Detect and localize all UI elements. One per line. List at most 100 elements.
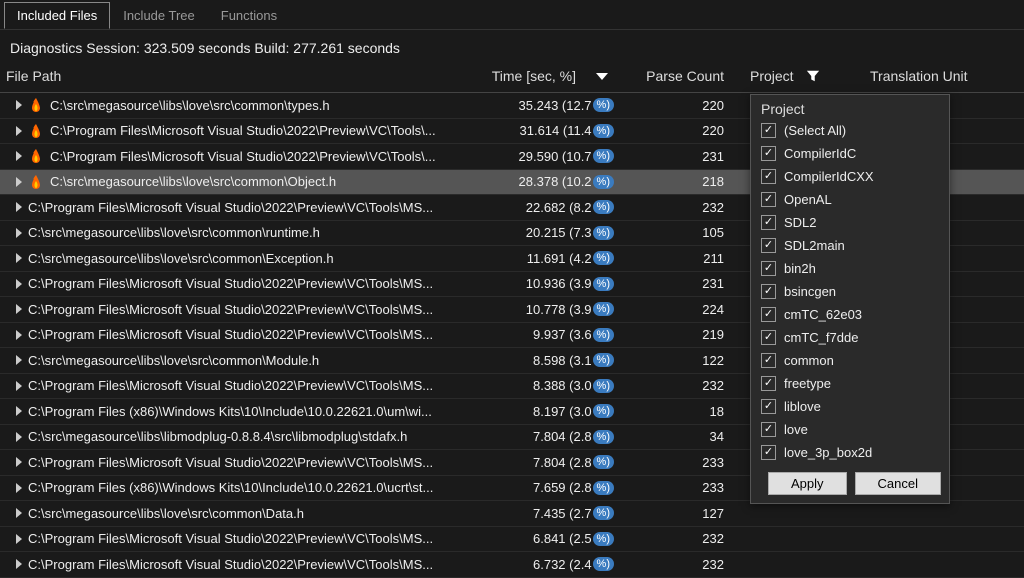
expand-icon[interactable] — [16, 559, 22, 569]
filter-option-label: (Select All) — [784, 123, 846, 138]
expand-icon[interactable] — [16, 457, 22, 467]
expand-icon[interactable] — [16, 253, 22, 263]
file-path-text: C:\src\megasource\libs\love\src\common\M… — [28, 353, 319, 368]
percent-badge: %) — [593, 251, 614, 265]
tab-included-files[interactable]: Included Files — [4, 2, 110, 29]
time-cell: 6.732 (2.4%) — [480, 557, 620, 572]
expand-icon[interactable] — [16, 202, 22, 212]
filter-option[interactable]: cmTC_f7dde — [755, 326, 945, 349]
expand-icon[interactable] — [16, 483, 22, 493]
file-path-cell: C:\Program Files\Microsoft Visual Studio… — [0, 378, 480, 393]
file-path-cell: C:\src\megasource\libs\love\src\common\r… — [0, 225, 480, 240]
file-path-cell: C:\Program Files\Microsoft Visual Studio… — [0, 327, 480, 342]
parse-count-cell: 211 — [620, 251, 740, 266]
time-cell: 10.936 (3.9%) — [480, 276, 620, 291]
filter-option[interactable]: SDL2main — [755, 234, 945, 257]
checkbox-icon[interactable] — [761, 353, 776, 368]
expand-icon[interactable] — [16, 508, 22, 518]
filter-option[interactable]: common — [755, 349, 945, 372]
project-filter-dropdown: Project (Select All)CompilerIdCCompilerI… — [750, 94, 950, 504]
checkbox-icon[interactable] — [761, 330, 776, 345]
expand-icon[interactable] — [16, 228, 22, 238]
filter-icon[interactable] — [806, 69, 820, 83]
expand-icon[interactable] — [16, 304, 22, 314]
file-path-cell: C:\src\megasource\libs\love\src\common\O… — [0, 174, 480, 190]
filter-option[interactable]: SDL2 — [755, 211, 945, 234]
expand-icon[interactable] — [16, 432, 22, 442]
filter-option[interactable]: bin2h — [755, 257, 945, 280]
checkbox-icon[interactable] — [761, 169, 776, 184]
filter-option[interactable]: freetype — [755, 372, 945, 395]
checkbox-icon[interactable] — [761, 238, 776, 253]
file-path-text: C:\src\megasource\libs\love\src\common\t… — [50, 98, 330, 113]
filter-option[interactable]: liblove — [755, 395, 945, 418]
expand-icon[interactable] — [16, 330, 22, 340]
tab-include-tree[interactable]: Include Tree — [110, 2, 208, 29]
parse-count-cell: 122 — [620, 353, 740, 368]
percent-badge: %) — [593, 226, 614, 240]
table-row[interactable]: C:\Program Files\Microsoft Visual Studio… — [0, 527, 1024, 553]
expand-icon[interactable] — [16, 381, 22, 391]
expand-icon[interactable] — [16, 279, 22, 289]
column-parse-count[interactable]: Parse Count — [620, 68, 740, 84]
filter-options-list[interactable]: (Select All) CompilerIdCCompilerIdCXXOpen… — [751, 119, 949, 464]
filter-option-label: love_3p_box2d — [784, 445, 872, 460]
filter-option-label: liblove — [784, 399, 821, 414]
filter-option[interactable]: OpenAL — [755, 188, 945, 211]
filter-option[interactable]: love — [755, 418, 945, 441]
time-cell: 8.388 (3.0%) — [480, 378, 620, 393]
tab-functions[interactable]: Functions — [208, 2, 290, 29]
parse-count-cell: 224 — [620, 302, 740, 317]
file-path-text: C:\Program Files\Microsoft Visual Studio… — [28, 531, 433, 546]
checkbox-icon[interactable] — [761, 307, 776, 322]
file-path-text: C:\Program Files\Microsoft Visual Studio… — [28, 276, 433, 291]
tab-bar: Included Files Include Tree Functions — [0, 0, 1024, 30]
percent-badge: %) — [593, 557, 614, 571]
checkbox-icon[interactable] — [761, 422, 776, 437]
file-path-text: C:\Program Files (x86)\Windows Kits\10\I… — [28, 480, 433, 495]
table-row[interactable]: C:\Program Files\Microsoft Visual Studio… — [0, 552, 1024, 578]
time-cell: 22.682 (8.2%) — [480, 200, 620, 215]
filter-apply-button[interactable]: Apply — [768, 472, 847, 495]
checkbox-icon[interactable] — [761, 146, 776, 161]
filter-option[interactable]: bsincgen — [755, 280, 945, 303]
column-time[interactable]: Time [sec, %] — [480, 68, 620, 84]
expand-icon[interactable] — [16, 100, 22, 110]
expand-icon[interactable] — [16, 177, 22, 187]
filter-option[interactable]: CompilerIdCXX — [755, 165, 945, 188]
file-path-text: C:\Program Files\Microsoft Visual Studio… — [28, 200, 433, 215]
column-file-path[interactable]: File Path — [0, 68, 480, 84]
filter-option[interactable]: CompilerIdC — [755, 142, 945, 165]
percent-badge: %) — [593, 124, 614, 138]
file-path-text: C:\Program Files\Microsoft Visual Studio… — [28, 302, 433, 317]
checkbox-icon[interactable] — [761, 123, 776, 138]
expand-icon[interactable] — [16, 355, 22, 365]
expand-icon[interactable] — [16, 126, 22, 136]
table-row[interactable]: C:\src\megasource\libs\love\src\common\D… — [0, 501, 1024, 527]
expand-icon[interactable] — [16, 534, 22, 544]
filter-option-label: love — [784, 422, 808, 437]
expand-icon[interactable] — [16, 151, 22, 161]
checkbox-icon[interactable] — [761, 261, 776, 276]
checkbox-icon[interactable] — [761, 445, 776, 460]
checkbox-icon[interactable] — [761, 284, 776, 299]
filter-cancel-button[interactable]: Cancel — [855, 472, 941, 495]
checkbox-icon[interactable] — [761, 399, 776, 414]
file-path-text: C:\src\megasource\libs\love\src\common\O… — [50, 174, 336, 189]
checkbox-icon[interactable] — [761, 215, 776, 230]
column-project[interactable]: Project — [740, 68, 860, 84]
checkbox-icon[interactable] — [761, 376, 776, 391]
time-cell: 35.243 (12.7%) — [480, 98, 620, 113]
time-cell: 7.804 (2.8%) — [480, 455, 620, 470]
fire-icon — [28, 123, 44, 139]
filter-option-label: bsincgen — [784, 284, 836, 299]
file-path-cell: C:\Program Files\Microsoft Visual Studio… — [0, 276, 480, 291]
filter-option[interactable]: (Select All) — [755, 119, 945, 142]
column-translation-unit[interactable]: Translation Unit — [860, 68, 1024, 84]
expand-icon[interactable] — [16, 406, 22, 416]
time-cell: 8.598 (3.1%) — [480, 353, 620, 368]
checkbox-icon[interactable] — [761, 192, 776, 207]
parse-count-cell: 232 — [620, 531, 740, 546]
filter-option[interactable]: cmTC_62e03 — [755, 303, 945, 326]
filter-option[interactable]: love_3p_box2d — [755, 441, 945, 464]
